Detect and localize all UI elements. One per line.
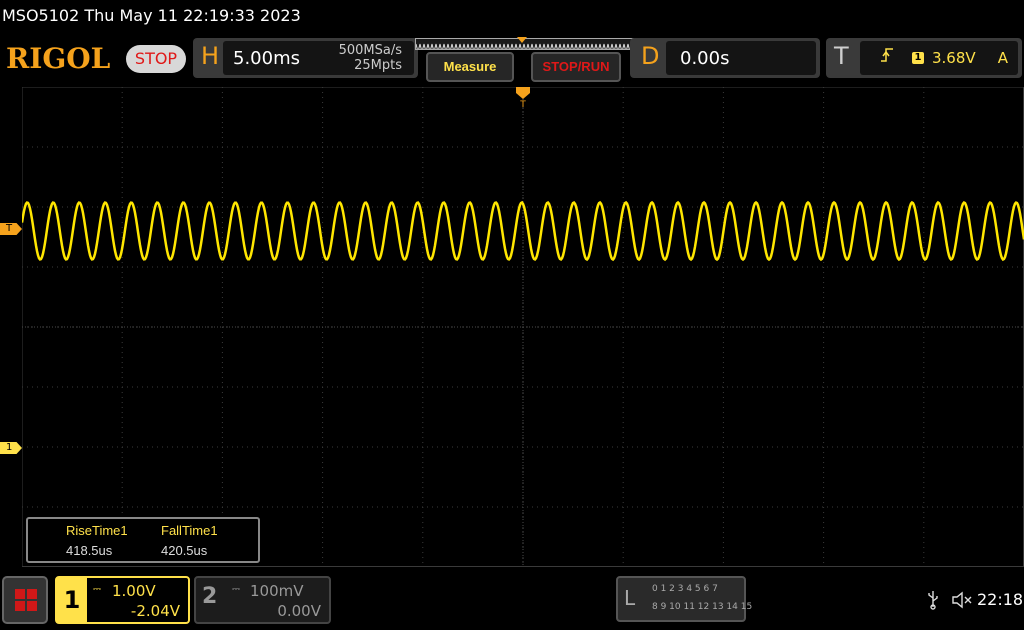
ch2-scale: 100mV (250, 582, 304, 600)
horizontal-letter: H (201, 42, 220, 70)
trigger-level: 3.68V (932, 49, 976, 67)
measurement-value: 418.5us (66, 543, 113, 558)
trigger-letter: T (834, 42, 849, 70)
waveform-grid[interactable] (22, 87, 1024, 567)
usb-icon (928, 591, 938, 610)
trigger-mode: A (997, 49, 1008, 67)
ch1-panel[interactable]: 1 ⎓ 1.00V -2.04V (55, 576, 190, 624)
measurement-value: 420.5us (161, 543, 208, 558)
measurement-label: RiseTime1 (66, 523, 128, 538)
ch2-offset: 0.00V (277, 602, 321, 620)
trigger-source: 1 (912, 52, 924, 64)
delay-panel[interactable]: D 0.00s (630, 38, 820, 78)
trigger-position-marker (517, 37, 527, 43)
model-datetime: MSO5102 Thu May 11 22:19:33 2023 (0, 0, 1024, 34)
measurement-fall: FallTime1 420.5us (161, 523, 218, 558)
memory-depth: 25Mpts (354, 58, 402, 73)
measurement-rise: RiseTime1 418.5us (66, 523, 128, 558)
ch1-ground-marker[interactable]: 1 (0, 442, 22, 454)
sample-rate: 500MSa/s (338, 43, 402, 58)
trigger-level-marker[interactable]: T (0, 223, 22, 235)
trigger-time-marker[interactable]: T (516, 87, 530, 109)
memory-overview-waveform (416, 43, 634, 49)
menu-grid-icon (15, 589, 37, 611)
ch2-panel[interactable]: 2 ⎓ 100mV 0.00V (194, 576, 331, 624)
logic-channels-row2: 8 9 10 11 12 13 14 15 (652, 602, 753, 612)
logic-analyzer-panel[interactable]: L 0 1 2 3 4 5 6 7 8 9 10 11 12 13 14 15 (616, 576, 752, 622)
dc-coupling-icon: ⎓ (93, 584, 101, 595)
ch1-number: 1 (57, 578, 87, 622)
speaker-muted-icon[interactable] (951, 590, 973, 610)
logic-channels-row1: 0 1 2 3 4 5 6 7 (652, 584, 718, 594)
stop-run-button[interactable]: STOP/RUN (531, 52, 621, 82)
main-menu-button[interactable] (2, 576, 48, 624)
measurement-label: FallTime1 (161, 523, 218, 538)
dc-coupling-icon: ⎓ (232, 584, 240, 595)
delay-letter: D (641, 42, 660, 70)
measure-button[interactable]: Measure (426, 52, 514, 82)
run-state-badge: STOP (126, 45, 186, 73)
horizontal-panel[interactable]: H 5.00ms 500MSa/s 25Mpts (193, 38, 418, 78)
trigger-panel[interactable]: T 1 3.68V A (826, 38, 1022, 78)
graticule (22, 87, 1024, 567)
ch1-offset: -2.04V (130, 602, 180, 620)
svg-text:T: T (519, 100, 526, 109)
delay-value: 0.00s (680, 48, 730, 69)
rising-edge-icon (880, 47, 894, 67)
clock: 22:18 (977, 590, 1024, 609)
rigol-logo: RIGOL (6, 42, 111, 75)
ch2-number: 2 (202, 584, 218, 609)
measurement-panel[interactable]: RiseTime1 418.5us FallTime1 420.5us (26, 517, 260, 563)
ch1-scale: 1.00V (112, 582, 156, 600)
logic-letter: L (624, 586, 636, 610)
timebase-value: 5.00ms (233, 48, 300, 69)
